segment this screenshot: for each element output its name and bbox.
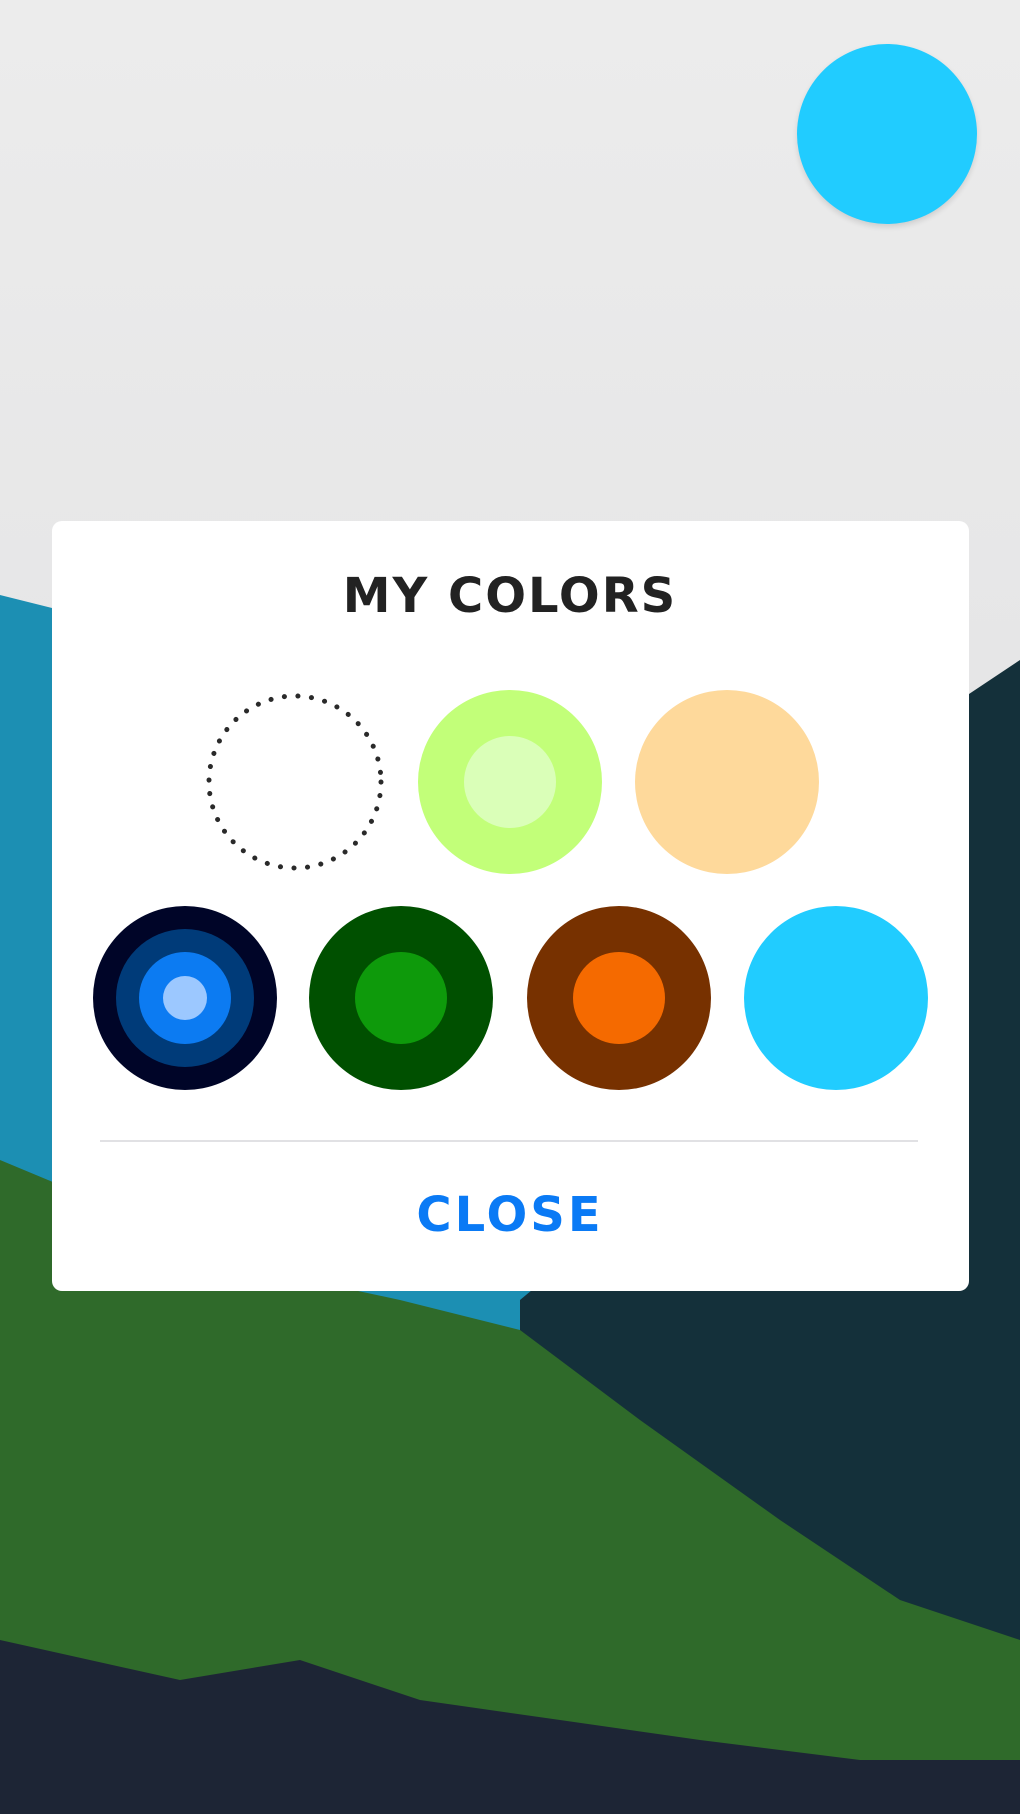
swatch-green[interactable] [309,906,493,1090]
swatch-sky-blue[interactable] [744,906,928,1090]
swatch-ring-1 [464,736,556,828]
swatch-light-green[interactable] [418,690,602,874]
swatch-ring-0 [744,906,928,1090]
swatch-ring-1 [573,952,665,1044]
close-button[interactable]: CLOSE [380,1180,640,1250]
swatch-ring-0 [635,690,819,874]
swatch-ring-3 [163,976,207,1020]
swatch-add-color-slot[interactable] [203,690,387,874]
swatch-ring-1 [355,952,447,1044]
dialog-title: MY COLORS [342,568,678,624]
current-color-button[interactable] [797,44,977,224]
empty-slot-dotted-ring [206,693,384,871]
dialog-divider [100,1140,918,1142]
swatch-blue[interactable] [93,906,277,1090]
swatch-orange[interactable] [527,906,711,1090]
swatch-peach[interactable] [635,690,819,874]
